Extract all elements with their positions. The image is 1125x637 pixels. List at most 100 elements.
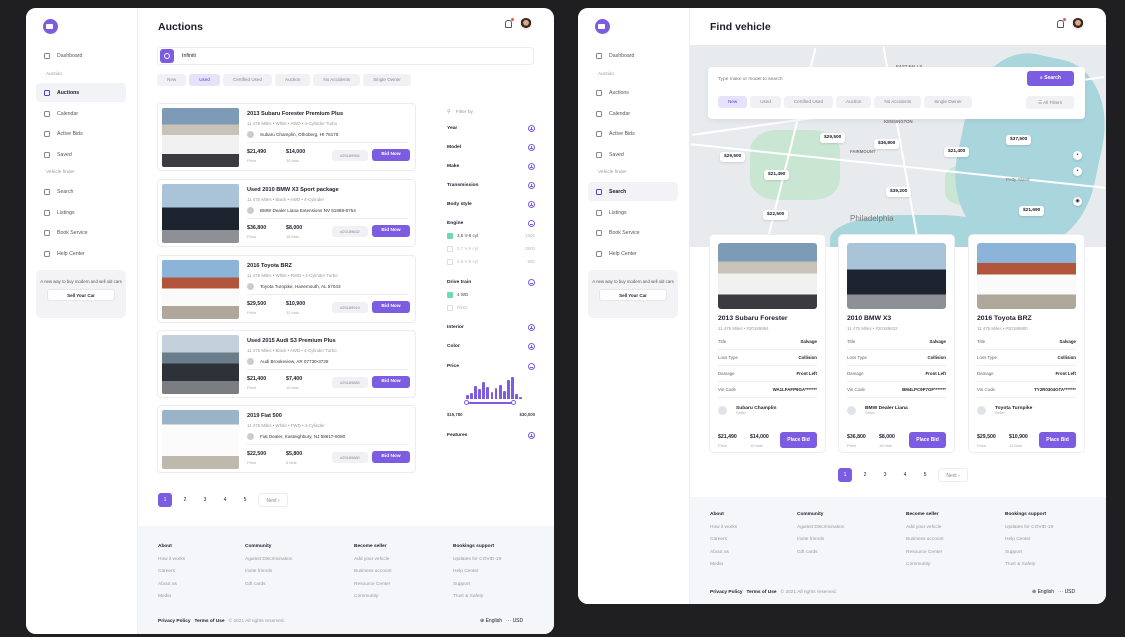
- sidebar-item-active-bids[interactable]: Active Bids: [588, 124, 678, 143]
- sidebar-item-help[interactable]: Help Center: [36, 244, 126, 263]
- tab-auction[interactable]: Auction: [836, 96, 872, 108]
- search-input[interactable]: [182, 53, 482, 59]
- map-price-pin[interactable]: $21,490: [764, 170, 790, 180]
- next-button[interactable]: Next ›: [258, 493, 288, 507]
- plus-icon[interactable]: [528, 144, 535, 151]
- checkbox[interactable]: [447, 259, 453, 265]
- page-3[interactable]: 3: [878, 468, 892, 482]
- sidebar-item-auctions[interactable]: Auctions: [588, 83, 678, 102]
- engine-option[interactable]: 3.7 V-6 cyl 3500: [447, 246, 535, 252]
- page-2[interactable]: 2: [858, 468, 872, 482]
- sidebar-item-search[interactable]: Search: [588, 182, 678, 201]
- sidebar-item-book-service[interactable]: Book Service: [36, 223, 126, 242]
- map-price-pin[interactable]: $36,800: [874, 139, 900, 149]
- logo-icon[interactable]: [43, 19, 58, 34]
- page-5[interactable]: 5: [918, 468, 932, 482]
- page-1[interactable]: 1: [158, 493, 172, 507]
- sidebar-item-calendar[interactable]: Calendar: [588, 104, 678, 123]
- vehicle-card[interactable]: 2013 Subaru Forester 11 475 Miles • #201…: [709, 234, 826, 453]
- map-price-pin[interactable]: $29,500: [720, 152, 746, 162]
- drive-option[interactable]: RWD: [447, 305, 535, 311]
- locate-icon[interactable]: ◉: [1073, 197, 1082, 206]
- language-selector[interactable]: ⊕ English ⋯ USD: [480, 618, 523, 624]
- filter-body-style[interactable]: Body style: [447, 201, 535, 208]
- search-icon[interactable]: [160, 49, 174, 63]
- place-bid-button[interactable]: Place Bid: [909, 432, 946, 448]
- sidebar-item-listings[interactable]: Listings: [588, 203, 678, 222]
- avatar[interactable]: [1072, 18, 1084, 30]
- engine-option[interactable]: 3.5 V-6 cyl 1500: [447, 233, 535, 239]
- sidebar-item-search[interactable]: Search: [36, 182, 126, 201]
- bell-icon[interactable]: [1057, 18, 1066, 28]
- avatar[interactable]: [520, 18, 532, 30]
- filter-price[interactable]: Price: [447, 363, 535, 370]
- checkbox[interactable]: [447, 305, 453, 311]
- map-price-pin[interactable]: $37,500: [1006, 135, 1032, 145]
- map-price-pin[interactable]: $21,400: [944, 147, 970, 157]
- car-card[interactable]: 2013 Subaru Forester Premium Plus 11 475…: [157, 103, 416, 171]
- page-5[interactable]: 5: [238, 493, 252, 507]
- checkbox-checked[interactable]: [447, 292, 453, 298]
- bid-now-button[interactable]: Bid Now: [372, 301, 410, 313]
- tab-used[interactable]: Used: [189, 74, 220, 86]
- tab-used[interactable]: Used: [750, 96, 781, 108]
- plus-icon[interactable]: [528, 324, 535, 331]
- plus-icon[interactable]: [528, 163, 535, 170]
- logo-icon[interactable]: [595, 19, 610, 34]
- filter-engine[interactable]: Engine: [447, 220, 535, 227]
- plus-icon[interactable]: [528, 432, 535, 439]
- car-card[interactable]: 2019 Fiat 500 11 475 Miles • White • FWD…: [157, 405, 416, 473]
- tab-certified-used[interactable]: Certified Used: [783, 96, 834, 108]
- filter-model[interactable]: Model: [447, 144, 535, 151]
- tab-single-owner[interactable]: Single Owner: [363, 74, 411, 86]
- filter-make[interactable]: Make: [447, 163, 535, 170]
- tab-new[interactable]: New: [157, 74, 187, 86]
- page-2[interactable]: 2: [178, 493, 192, 507]
- minus-icon[interactable]: [528, 363, 535, 370]
- map-price-pin[interactable]: $39,200: [886, 187, 912, 197]
- vehicle-card[interactable]: 2010 BMW X3 11 475 Miles • #20189632 Tit…: [838, 234, 955, 453]
- bid-now-button[interactable]: Bid Now: [372, 376, 410, 388]
- language-selector[interactable]: ⊕ English ⋯ USD: [1032, 589, 1075, 595]
- sell-car-button[interactable]: Sell Your Car: [47, 289, 115, 301]
- next-button[interactable]: Next ›: [938, 468, 968, 482]
- range-handle-max[interactable]: [511, 400, 516, 405]
- checkbox-checked[interactable]: [447, 233, 453, 239]
- tab-no-accidents[interactable]: No Accidents: [874, 96, 922, 108]
- sidebar-item-saved[interactable]: Saved: [36, 145, 126, 164]
- tab-auction[interactable]: Auction: [275, 74, 311, 86]
- page-4[interactable]: 4: [898, 468, 912, 482]
- plus-icon[interactable]: [528, 343, 535, 350]
- sell-car-button[interactable]: Sell Your Car: [599, 289, 667, 301]
- page-4[interactable]: 4: [218, 493, 232, 507]
- filter-color[interactable]: Color: [447, 343, 535, 350]
- tab-certified-used[interactable]: Certified Used: [222, 74, 273, 86]
- map-price-pin[interactable]: $21,690: [1019, 206, 1045, 216]
- plus-icon[interactable]: [528, 201, 535, 208]
- minus-icon[interactable]: [528, 279, 535, 286]
- car-card[interactable]: 2016 Toyota BRZ 11 475 Miles • White • R…: [157, 255, 416, 323]
- sidebar-item-auctions[interactable]: Auctions: [36, 83, 126, 102]
- map-price-pin[interactable]: $29,500: [820, 133, 846, 143]
- place-bid-button[interactable]: Place Bid: [1039, 432, 1076, 448]
- map-price-pin[interactable]: $22,500: [763, 210, 789, 220]
- filter-transmission[interactable]: Transmission: [447, 182, 535, 189]
- bell-icon[interactable]: [505, 18, 514, 28]
- car-card[interactable]: Used 2015 Audi S3 Premium Plus 11 475 Mi…: [157, 330, 416, 398]
- bid-now-button[interactable]: Bid Now: [372, 451, 410, 463]
- page-1[interactable]: 1: [838, 468, 852, 482]
- sidebar-item-help[interactable]: Help Center: [588, 244, 678, 263]
- plus-icon[interactable]: [528, 182, 535, 189]
- sidebar-item-active-bids[interactable]: Active Bids: [36, 124, 126, 143]
- page-3[interactable]: 3: [198, 493, 212, 507]
- checkbox[interactable]: [447, 246, 453, 252]
- engine-option[interactable]: 4.5 V-8 cyl 900: [447, 259, 535, 265]
- zoom-in-icon[interactable]: •: [1073, 151, 1082, 160]
- filter-drive-train[interactable]: Drive train: [447, 279, 535, 286]
- vehicle-card[interactable]: 2016 Toyota BRZ 11 475 Miles • #20189880…: [968, 234, 1085, 453]
- filter-year[interactable]: Year: [447, 125, 535, 132]
- range-handle-min[interactable]: [464, 400, 469, 405]
- tab-single-owner[interactable]: Single Owner: [924, 96, 972, 108]
- car-card[interactable]: Used 2010 BMW X3 Sport package 11 475 Mi…: [157, 179, 416, 247]
- sidebar-item-dashboard[interactable]: Dashboard: [588, 46, 678, 65]
